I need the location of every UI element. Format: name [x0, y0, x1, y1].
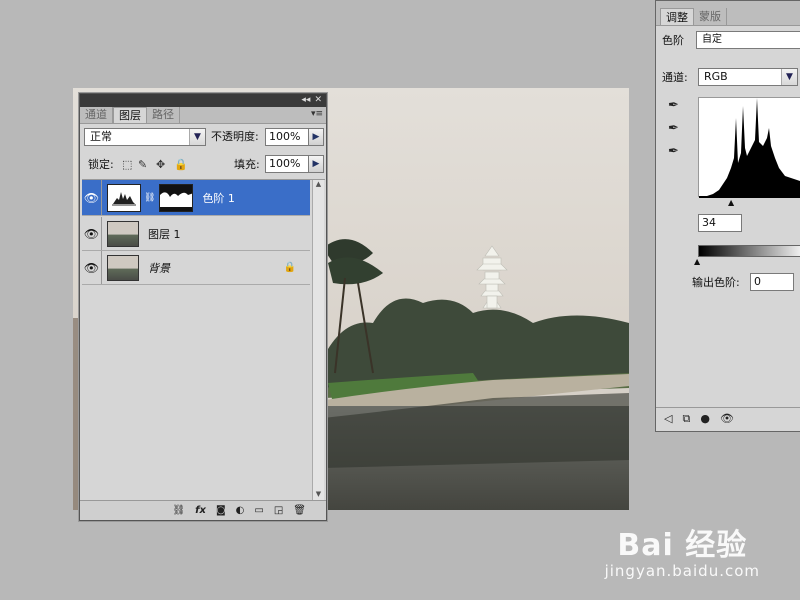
fill-label: 填充:	[234, 158, 260, 171]
channel-value: RGB	[704, 70, 728, 83]
output-gradient	[698, 245, 800, 257]
adjustments-panel: 调整 蒙版 色阶 自定 通道: RGB ▼ ✒ ✒ ✒ ▲ 34 ▲ 输出色阶:…	[655, 0, 800, 432]
layers-tabrow: 通道 图层 路径 ▾≡	[80, 107, 326, 124]
eye-icon[interactable]: 👁	[82, 217, 102, 250]
white-eyedropper-icon[interactable]: ✒	[668, 144, 679, 159]
output-slider-icon[interactable]: ▲	[694, 257, 700, 266]
preset-select[interactable]: 自定	[696, 31, 800, 49]
fill-input[interactable]: 100%	[265, 155, 309, 173]
layers-panel: ◂◂ ✕ 通道 图层 路径 ▾≡ 正常 ▼ 不透明度: 100% ▶ 锁定: ⬚…	[79, 93, 327, 521]
opacity-label: 不透明度:	[211, 130, 259, 143]
panel-menu-icon[interactable]: ▾≡	[311, 109, 323, 119]
gray-eyedropper-icon[interactable]: ✒	[668, 121, 679, 136]
layer-mask-thumb[interactable]	[159, 183, 194, 212]
view-previous-icon[interactable]: ●	[700, 412, 710, 425]
layers-scrollbar[interactable]: ▲ ▼	[312, 180, 324, 502]
fx-icon[interactable]: fx	[195, 505, 206, 516]
levels-adjustment-thumb	[107, 183, 141, 212]
layer-name: 图层 1	[148, 227, 181, 241]
levels-label: 色阶	[662, 34, 684, 47]
collapse-icon[interactable]: ◂◂	[301, 94, 310, 107]
scroll-up-icon[interactable]: ▲	[313, 180, 324, 192]
black-point-slider-icon[interactable]: ▲	[728, 198, 734, 207]
opacity-slider-button[interactable]: ▶	[308, 128, 324, 146]
tab-channels[interactable]: 通道	[80, 107, 113, 123]
watermark-logo: Bai 经验	[617, 528, 748, 563]
lock-label: 锁定:	[88, 158, 114, 171]
tab-masks[interactable]: 蒙版	[694, 8, 727, 25]
layers-footer: ⛓ fx ◙ ◐ ▭ ◲ 🗑	[80, 500, 326, 520]
lock-position-icon[interactable]: ✥	[156, 158, 165, 171]
layer-row-levels[interactable]: 👁 ⛓ 色阶 1	[82, 180, 310, 216]
adjustments-tabrow: 调整 蒙版	[656, 1, 800, 26]
watermark-url: jingyan.baidu.com	[604, 562, 760, 580]
close-icon[interactable]: ✕	[314, 94, 322, 107]
clip-to-layer-icon[interactable]: ⧉	[682, 412, 690, 426]
eye-icon[interactable]: 👁	[82, 251, 102, 284]
chevron-down-icon: ▼	[781, 69, 797, 85]
tab-paths[interactable]: 路径	[147, 107, 180, 123]
output-black-field[interactable]: 0	[750, 273, 794, 291]
black-eyedropper-icon[interactable]: ✒	[668, 98, 679, 113]
channel-select[interactable]: RGB ▼	[698, 68, 798, 86]
layer-list: 👁 ⛓ 色阶 1 👁 图层 1 👁 背景 🔒 ▲ ▼	[82, 179, 325, 502]
link-icon[interactable]: ⛓	[172, 505, 185, 516]
adjustment-icon[interactable]: ◐	[236, 505, 245, 516]
output-levels-label: 输出色阶:	[692, 276, 740, 289]
layer-row-background[interactable]: 👁 背景 🔒	[82, 251, 310, 285]
blend-mode-select[interactable]: 正常 ▼	[84, 128, 206, 146]
layer-name: 色阶 1	[202, 191, 235, 205]
tab-adjustments[interactable]: 调整	[660, 8, 694, 25]
panel-titlebar: ◂◂ ✕	[80, 94, 326, 107]
blend-mode-value: 正常	[90, 130, 112, 143]
fill-slider-button[interactable]: ▶	[308, 155, 324, 173]
layer-row-layer1[interactable]: 👁 图层 1	[82, 217, 310, 251]
adjustments-footer: ◁ ⧉ ● 👁	[656, 407, 800, 429]
layer-thumbnail	[107, 220, 139, 247]
eye-icon[interactable]: 👁	[82, 180, 102, 215]
chevron-down-icon: ▼	[189, 129, 205, 145]
channel-label: 通道:	[662, 71, 688, 84]
layer-thumbnail	[107, 254, 139, 281]
lock-icon: 🔒	[283, 262, 296, 273]
input-black-field[interactable]: 34	[698, 214, 742, 232]
back-arrow-icon[interactable]: ◁	[664, 412, 672, 425]
lock-all-icon[interactable]: 🔒	[174, 158, 188, 171]
new-layer-icon[interactable]: ◲	[274, 505, 283, 516]
folder-icon[interactable]: ▭	[254, 505, 263, 516]
layer-name: 背景	[148, 261, 170, 275]
mask-link-icon[interactable]: ⛓	[144, 193, 155, 203]
trash-icon[interactable]: 🗑	[293, 505, 306, 516]
opacity-input[interactable]: 100%	[265, 128, 309, 146]
mask-icon[interactable]: ◙	[216, 505, 226, 516]
baidu-jingyan-watermark: Bai 经验 jingyan.baidu.com	[605, 520, 760, 580]
lock-transparent-icon[interactable]: ⬚	[122, 158, 132, 171]
tab-layers[interactable]: 图层	[113, 107, 147, 123]
visibility-eye-icon[interactable]: 👁	[720, 412, 734, 425]
lock-paint-icon[interactable]: ✎	[138, 158, 147, 171]
levels-histogram[interactable]	[698, 97, 800, 198]
